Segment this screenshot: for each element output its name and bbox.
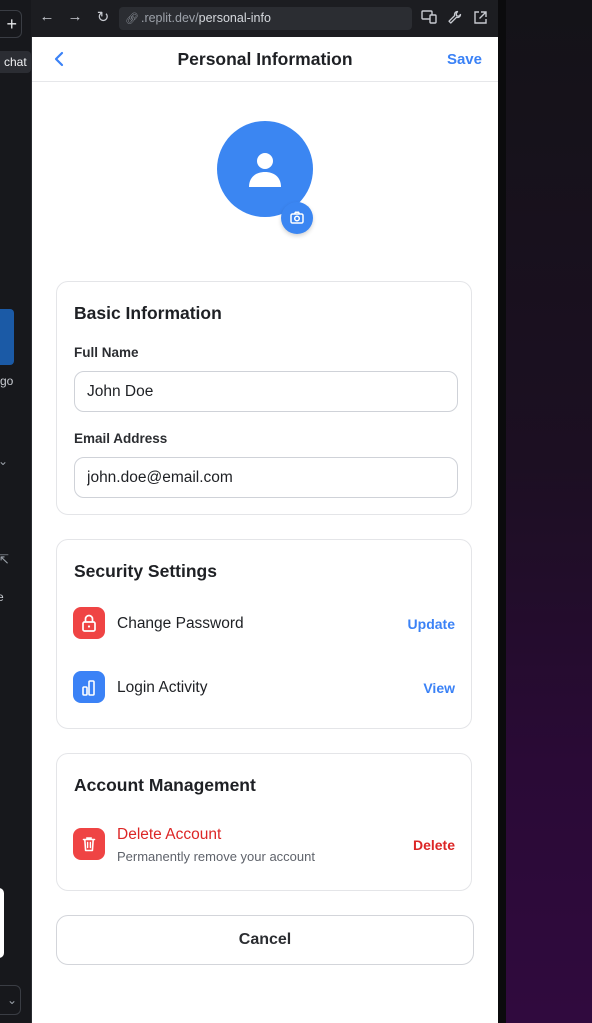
url-domain: .replit.dev/ bbox=[140, 11, 199, 25]
security-settings-card: Security Settings Change Password Update… bbox=[56, 539, 472, 729]
activity-chart-icon bbox=[73, 671, 105, 703]
section-title: Account Management bbox=[74, 775, 256, 795]
preview-browser-bar: ← → ↻ 🔗︎ .replit.dev/personal-info bbox=[31, 0, 498, 37]
chevron-down-icon[interactable]: ⌄ bbox=[0, 454, 8, 468]
cancel-button[interactable]: Cancel bbox=[56, 915, 474, 965]
change-password-label: Change Password bbox=[117, 615, 244, 632]
view-login-activity-button[interactable]: View bbox=[423, 680, 455, 696]
truncated-label: e bbox=[0, 590, 4, 604]
url-bar[interactable]: 🔗︎ .replit.dev/personal-info bbox=[119, 7, 412, 30]
link-icon: 🔗︎ bbox=[125, 13, 139, 25]
truncated-label: go bbox=[0, 374, 14, 388]
top-navigation-bar: Personal Information Save bbox=[32, 37, 498, 82]
delete-account-description: Permanently remove your account bbox=[117, 849, 315, 864]
full-name-input[interactable] bbox=[74, 371, 458, 412]
section-title: Security Settings bbox=[74, 561, 217, 581]
save-button[interactable]: Save bbox=[447, 51, 482, 68]
app-screen: Personal Information Save Basic Informat… bbox=[32, 37, 498, 1023]
desktop-background bbox=[506, 0, 592, 1023]
section-title: Basic Information bbox=[74, 303, 222, 323]
email-label: Email Address bbox=[74, 431, 168, 446]
wrench-icon[interactable] bbox=[447, 10, 462, 28]
delete-account-label: Delete Account bbox=[117, 826, 222, 843]
update-password-button[interactable]: Update bbox=[408, 616, 455, 632]
panel-card[interactable] bbox=[0, 888, 4, 958]
reload-icon[interactable]: ↻ bbox=[93, 8, 113, 26]
selected-item-highlight[interactable] bbox=[0, 309, 14, 365]
delete-account-button[interactable]: Delete bbox=[413, 837, 455, 853]
open-in-new-tab-icon[interactable] bbox=[473, 10, 488, 28]
login-activity-label: Login Activity bbox=[117, 679, 208, 696]
chat-tooltip: chat bbox=[0, 51, 31, 73]
full-name-label: Full Name bbox=[74, 345, 139, 360]
back-arrow-icon[interactable]: ← bbox=[37, 8, 57, 25]
forward-arrow-icon[interactable]: → bbox=[65, 8, 85, 25]
camera-icon bbox=[290, 211, 304, 224]
chevron-down-icon[interactable]: ⌄ bbox=[0, 985, 21, 1015]
url-path: personal-info bbox=[198, 11, 271, 25]
ide-side-panel: + go ⌄ ⇱ e ⌄ bbox=[0, 0, 32, 1023]
account-management-card: Account Management Delete Account Perman… bbox=[56, 753, 472, 891]
page-title: Personal Information bbox=[177, 49, 353, 69]
window-divider bbox=[498, 0, 506, 1023]
email-input[interactable] bbox=[74, 457, 458, 498]
trash-icon bbox=[73, 828, 105, 860]
devices-icon[interactable] bbox=[421, 10, 437, 27]
basic-information-card: Basic Information Full Name Email Addres… bbox=[56, 281, 472, 515]
open-external-icon[interactable]: ⇱ bbox=[0, 552, 9, 568]
change-photo-button[interactable] bbox=[281, 202, 313, 234]
lock-icon bbox=[73, 607, 105, 639]
new-tab-plus-icon[interactable]: + bbox=[0, 10, 22, 38]
